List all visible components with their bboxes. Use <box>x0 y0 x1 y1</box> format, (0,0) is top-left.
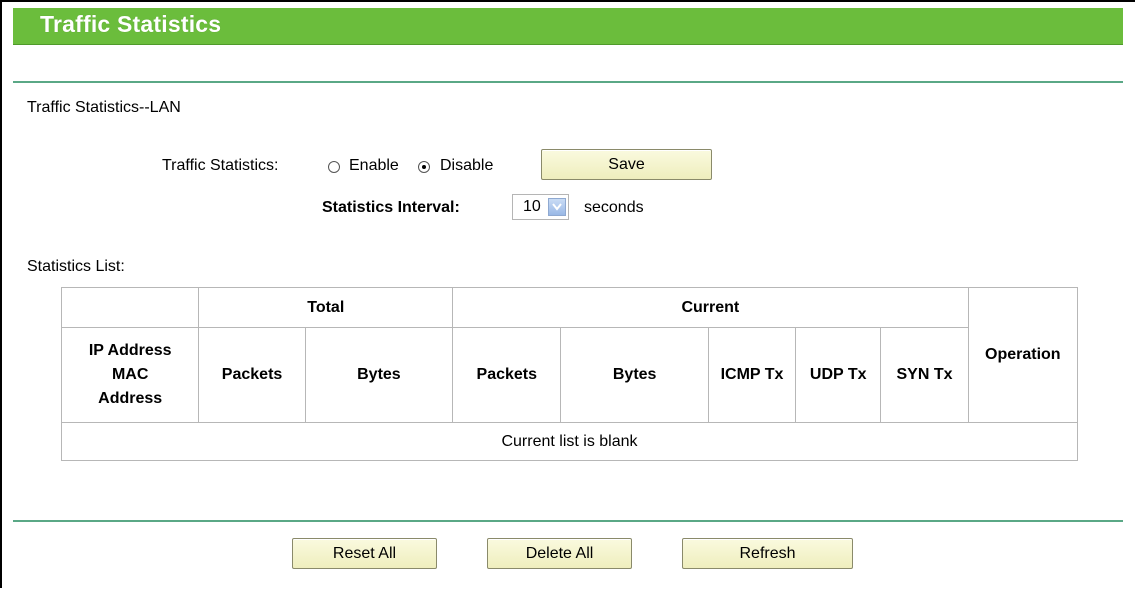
header-current-bytes: Bytes <box>560 327 709 423</box>
table-header-row-group: Total Current Operation <box>60 287 1079 423</box>
delete-all-button[interactable]: Delete All <box>487 538 632 569</box>
header-ip-line3: Address <box>98 390 163 407</box>
statistics-list-title: Statistics List: <box>27 258 125 275</box>
interval-select[interactable]: 10 <box>512 194 569 220</box>
reset-all-button[interactable]: Reset All <box>292 538 437 569</box>
traffic-statistics-label: Traffic Statistics: <box>162 157 279 174</box>
chevron-down-icon[interactable] <box>548 198 566 216</box>
enable-label[interactable]: Enable <box>349 157 399 175</box>
header-blank <box>60 287 200 328</box>
page-title: Traffic Statistics <box>40 11 222 37</box>
interval-select-value: 10 <box>523 198 541 215</box>
header-total-bytes: Bytes <box>304 327 454 423</box>
header-udp-tx: UDP Tx <box>795 327 882 423</box>
header-ip-line1: IP Address <box>88 342 172 359</box>
save-button[interactable]: Save <box>541 149 712 180</box>
disable-radio[interactable] <box>418 161 430 173</box>
statistics-table: Total Current Operation IP Address MAC A… <box>60 287 1079 461</box>
header-total-packets: Packets <box>198 327 306 423</box>
header-current-packets: Packets <box>452 327 562 423</box>
bottom-divider <box>13 520 1123 522</box>
title-bar: Traffic Statistics <box>13 8 1123 45</box>
empty-list-message: Current list is blank <box>61 422 1078 461</box>
refresh-button[interactable]: Refresh <box>682 538 853 569</box>
header-icmp-tx: ICMP Tx <box>707 327 797 423</box>
top-divider <box>13 81 1123 83</box>
disable-label[interactable]: Disable <box>440 157 493 175</box>
header-operation: Operation <box>967 287 1079 423</box>
section-title: Traffic Statistics--LAN <box>27 99 181 116</box>
header-current: Current <box>452 287 969 328</box>
header-syn-tx: SYN Tx <box>880 327 969 423</box>
header-ip-line2: MAC <box>111 366 149 383</box>
table-row: Current list is blank <box>61 422 1078 461</box>
interval-unit: seconds <box>584 199 644 216</box>
table-header-row-columns: IP Address MAC Address Packets Bytes Pac… <box>60 327 1078 423</box>
header-ip-mac: IP Address MAC Address <box>60 327 200 423</box>
statistics-interval-label: Statistics Interval: <box>322 199 460 216</box>
header-total: Total <box>198 287 454 328</box>
enable-radio[interactable] <box>328 161 340 173</box>
